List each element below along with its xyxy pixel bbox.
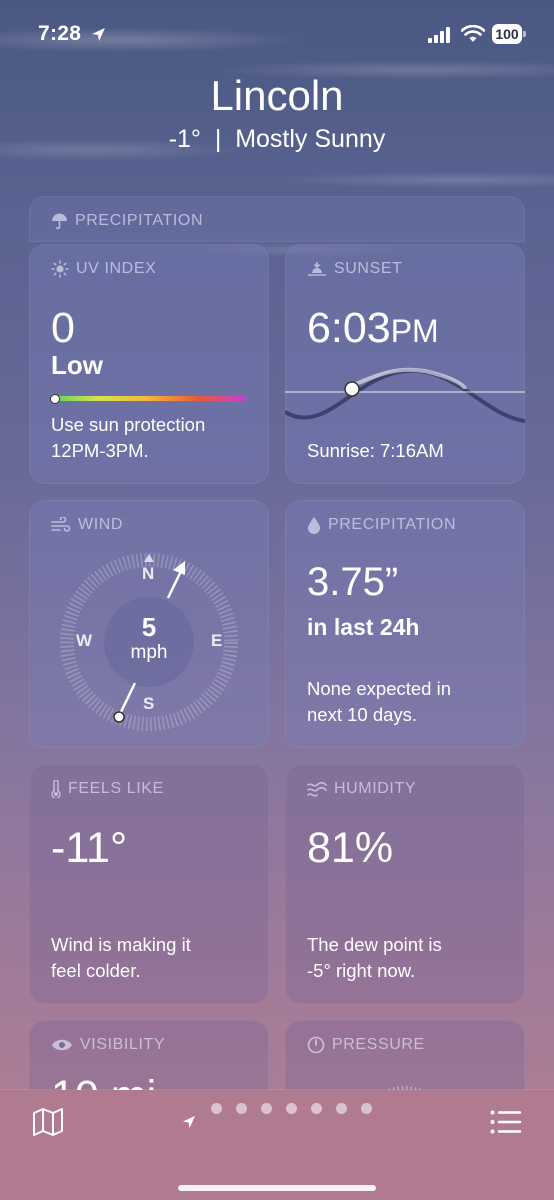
uv-index-level: Low [51, 350, 103, 380]
wind-label: WIND [78, 516, 124, 533]
page-dot-2[interactable] [236, 1103, 247, 1114]
sunset-card[interactable]: SUNSET 6:03PM Sunrise: 7:16AM [285, 244, 525, 484]
location-arrow-icon [92, 28, 105, 41]
wifi-icon [461, 25, 485, 42]
sunrise-time: Sunrise: 7:16AM [307, 440, 444, 461]
precipitation-card[interactable]: PRECIPITATION 3.75” in last 24h None exp… [285, 500, 525, 748]
status-bar: 7:28 100 [0, 0, 554, 70]
list-icon[interactable] [490, 1110, 522, 1134]
wind-direction-tail [113, 711, 125, 723]
home-indicator[interactable] [178, 1185, 376, 1191]
uv-index-label: UV INDEX [76, 260, 157, 277]
city-name: Lincoln [210, 72, 344, 119]
feels-like-value: -11° [51, 824, 128, 872]
visibility-label: VISIBILITY [80, 1036, 166, 1053]
current-summary: -1° | Mostly Sunny [168, 125, 386, 153]
pressure-label: PRESSURE [332, 1036, 425, 1053]
precipitation-label: PRECIPITATION [328, 516, 457, 533]
thermometer-icon [51, 780, 61, 798]
sunset-label: SUNSET [334, 260, 403, 277]
sun-icon [51, 260, 69, 278]
wind-speed: 5 [141, 612, 157, 642]
feels-like-note-line1: Wind is making it [51, 934, 191, 955]
wind-unit: mph [130, 642, 168, 663]
map-icon[interactable] [32, 1108, 64, 1136]
sunset-time: 6:03 [307, 304, 391, 352]
page-dot-6[interactable] [336, 1103, 347, 1114]
sun-path-graph [285, 367, 525, 423]
sunset-ampm: PM [390, 313, 439, 349]
status-time: 7:28 [38, 22, 82, 45]
humidity-label: HUMIDITY [334, 780, 417, 797]
page-dot-4[interactable] [286, 1103, 297, 1114]
humidity-card[interactable]: HUMIDITY 81% The dew point is -5° right … [285, 764, 525, 1004]
cellular-signal-icon [428, 27, 450, 43]
wind-card[interactable]: WIND N E S W 5 mph [29, 500, 269, 748]
humidity-icon [307, 781, 327, 797]
current-location-page-icon[interactable] [182, 1115, 196, 1129]
uv-index-note-line1: Use sun protection [51, 414, 206, 435]
precipitation-note-line2: next 10 days. [307, 704, 418, 725]
compass-east: E [211, 631, 223, 650]
bottom-toolbar [0, 1090, 554, 1200]
uv-index-scale-bar [51, 396, 246, 401]
gauge-icon [307, 1036, 325, 1054]
sunset-icon [308, 262, 326, 276]
feels-like-label: FEELS LIKE [68, 780, 164, 797]
compass-west: W [76, 631, 93, 650]
uv-index-value: 0 [51, 304, 75, 352]
precipitation-banner-card[interactable]: PRECIPITATION [29, 196, 525, 242]
humidity-note-line1: The dew point is [307, 934, 442, 955]
feels-like-card[interactable]: FEELS LIKE -11° Wind is making it feel c… [29, 764, 269, 1004]
compass-south: S [143, 694, 155, 713]
page-dot-7[interactable] [361, 1103, 372, 1114]
uv-index-note-line2: 12PM-3PM. [51, 440, 149, 461]
wind-icon [51, 517, 71, 532]
page-dot-5[interactable] [311, 1103, 322, 1114]
raindrop-icon [308, 517, 320, 534]
umbrella-icon [52, 213, 67, 229]
precipitation-banner-label: PRECIPITATION [75, 212, 204, 229]
humidity-value: 81% [307, 824, 394, 872]
humidity-note-line2: -5° right now. [307, 960, 416, 981]
eye-icon [52, 1039, 72, 1051]
uv-index-card[interactable]: UV INDEX 0 Low Use sun protection 12PM-3… [29, 244, 269, 484]
battery-indicator: 100 [492, 24, 526, 44]
feels-like-note-line2: feel colder. [51, 960, 141, 981]
sun-position-marker [344, 381, 360, 397]
precipitation-note-line1: None expected in [307, 678, 451, 699]
page-dot-3[interactable] [261, 1103, 272, 1114]
page-dot-1[interactable] [211, 1103, 222, 1114]
precipitation-period: in last 24h [307, 614, 420, 640]
compass-north: N [142, 564, 155, 583]
uv-index-indicator [50, 394, 60, 404]
precipitation-amount: 3.75” [307, 560, 399, 604]
